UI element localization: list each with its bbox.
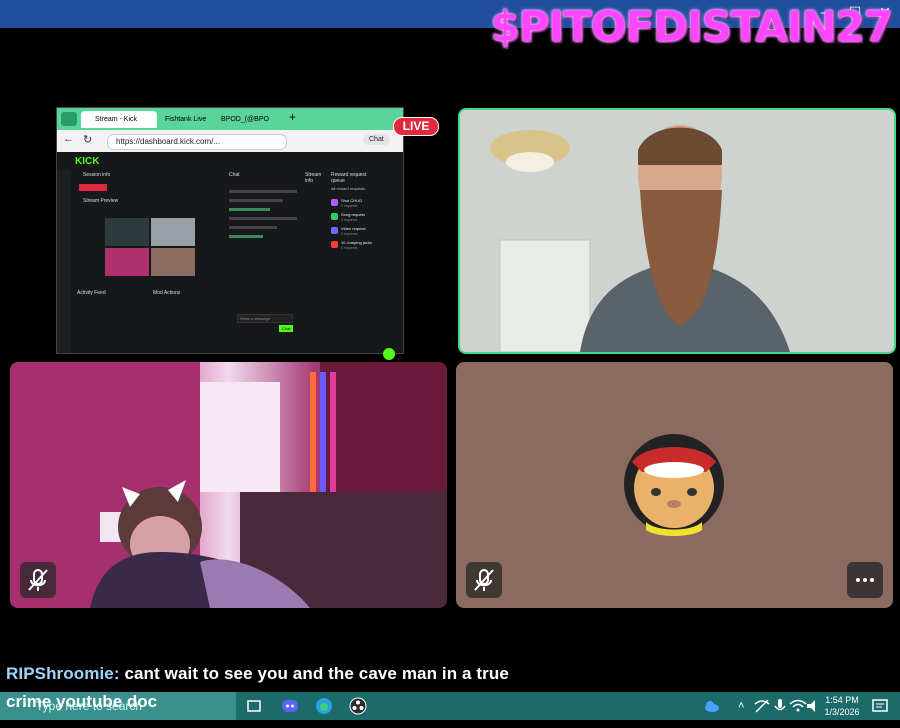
- chat-username: RIPShroomie:: [6, 664, 120, 683]
- reward-swatch: [331, 227, 338, 234]
- chat-send-button[interactable]: Chat: [279, 325, 294, 332]
- network-off-icon[interactable]: [752, 696, 772, 716]
- tab-actions-icon[interactable]: [61, 112, 77, 126]
- preview-cam-1: [151, 218, 195, 246]
- more-options-button[interactable]: [847, 562, 883, 598]
- refresh-icon[interactable]: ↻: [83, 133, 92, 146]
- dashboard-sidebar: [57, 170, 71, 353]
- reward-item[interactable]: 10 Jumping jacks 0 requests: [331, 240, 383, 254]
- obs-icon[interactable]: [348, 696, 368, 716]
- chat-button[interactable]: Chat: [363, 134, 390, 145]
- chevron-up-icon[interactable]: ˄: [738, 700, 744, 728]
- clock-time: 1:54 PM: [825, 695, 859, 705]
- reward-label: Song request: [341, 212, 365, 217]
- reward-count: 0 requests: [341, 204, 358, 208]
- kick-logo: KICK: [75, 156, 100, 167]
- camera-tile-1[interactable]: [458, 108, 896, 354]
- chat-panel-label: Chat: [229, 172, 240, 178]
- chat-message-continued: crime youtube doc: [6, 692, 158, 711]
- reward-list: Shot CHUG 0 requests Song request 0 requ…: [331, 198, 383, 254]
- camera-feed-2: [10, 362, 447, 608]
- preview-cam-2: [105, 248, 149, 276]
- edge-icon[interactable]: [314, 696, 334, 716]
- preview-cam-3: [151, 248, 195, 276]
- camera-tile-3[interactable]: [456, 362, 893, 608]
- mic-muted-button[interactable]: [20, 562, 56, 598]
- live-indicator: [79, 184, 107, 191]
- browser-tab-stream[interactable]: Stream - Kick: [81, 111, 157, 128]
- browser-tab-strip: Stream - Kick Fishtank Live BPOD_(@BPO +: [57, 108, 403, 130]
- mic-off-icon: [474, 569, 494, 591]
- reward-label: Video request: [341, 226, 366, 231]
- cloud-icon[interactable]: [702, 696, 722, 716]
- help-icon[interactable]: [383, 348, 395, 360]
- new-tab-icon[interactable]: +: [289, 110, 296, 124]
- activity-feed-label: Activity Feed: [77, 290, 106, 296]
- reward-swatch: [331, 199, 338, 206]
- reward-count: 0 requests: [341, 246, 358, 250]
- back-icon[interactable]: ←: [63, 133, 74, 145]
- screen-share-tile[interactable]: Stream - Kick Fishtank Live BPOD_(@BPO +…: [56, 107, 404, 360]
- all-rewards-label: All reward requests: [331, 186, 366, 191]
- reward-item[interactable]: Shot CHUG 0 requests: [331, 198, 383, 212]
- reward-item[interactable]: Video request 0 requests: [331, 226, 383, 240]
- discord-icon[interactable]: [280, 696, 300, 716]
- browser-address-bar: ← ↻ https://dashboard.kick.com/... Chat: [57, 130, 403, 152]
- reward-queue-label: Reward request queue: [331, 172, 367, 184]
- camera-feed-1: [460, 110, 894, 352]
- url-field[interactable]: https://dashboard.kick.com/...: [107, 134, 287, 150]
- mic-muted-button[interactable]: [466, 562, 502, 598]
- reward-count: 0 requests: [341, 232, 358, 236]
- microphone-icon[interactable]: [770, 696, 790, 716]
- reward-swatch: [331, 213, 338, 220]
- send-message-input[interactable]: Send a message: [237, 314, 293, 323]
- chat-overlay-line: RIPShroomie: cant wait to see you and th…: [6, 664, 509, 684]
- notifications-icon[interactable]: [870, 696, 890, 716]
- session-info-label: Session info: [83, 172, 111, 178]
- live-badge: LIVE: [393, 117, 439, 136]
- avatar-cat: [624, 434, 724, 536]
- task-view-icon[interactable]: [244, 696, 264, 716]
- ellipsis-icon: [856, 578, 874, 582]
- reward-label: 10 Jumping jacks: [341, 240, 372, 245]
- channel-brand-text: $PITOFDISTAIN27: [490, 2, 893, 51]
- clock-date: 1/3/2026: [824, 707, 860, 717]
- taskbar-clock[interactable]: 1:54 PM 1/3/2026: [820, 694, 864, 718]
- kick-dashboard: KICK Session info Stream Preview Activit…: [57, 152, 403, 360]
- reward-label: Shot CHUG: [341, 198, 363, 203]
- reward-item[interactable]: Song request 0 requests: [331, 212, 383, 226]
- reward-count: 0 requests: [341, 218, 358, 222]
- chat-messages: [229, 184, 297, 294]
- mod-actions-label: Mod Actions: [153, 290, 181, 296]
- mic-off-icon: [28, 569, 48, 591]
- browser-tab-bpod[interactable]: BPOD_(@BPO: [207, 111, 279, 128]
- preview-screen: [105, 218, 149, 246]
- reward-swatch: [331, 241, 338, 248]
- chat-message: cant wait to see you and the cave man in…: [124, 664, 509, 683]
- stream-preview-label: Stream Preview: [83, 198, 119, 204]
- camera-tile-2[interactable]: [10, 362, 447, 608]
- stream-info-label: Stream info: [305, 172, 322, 184]
